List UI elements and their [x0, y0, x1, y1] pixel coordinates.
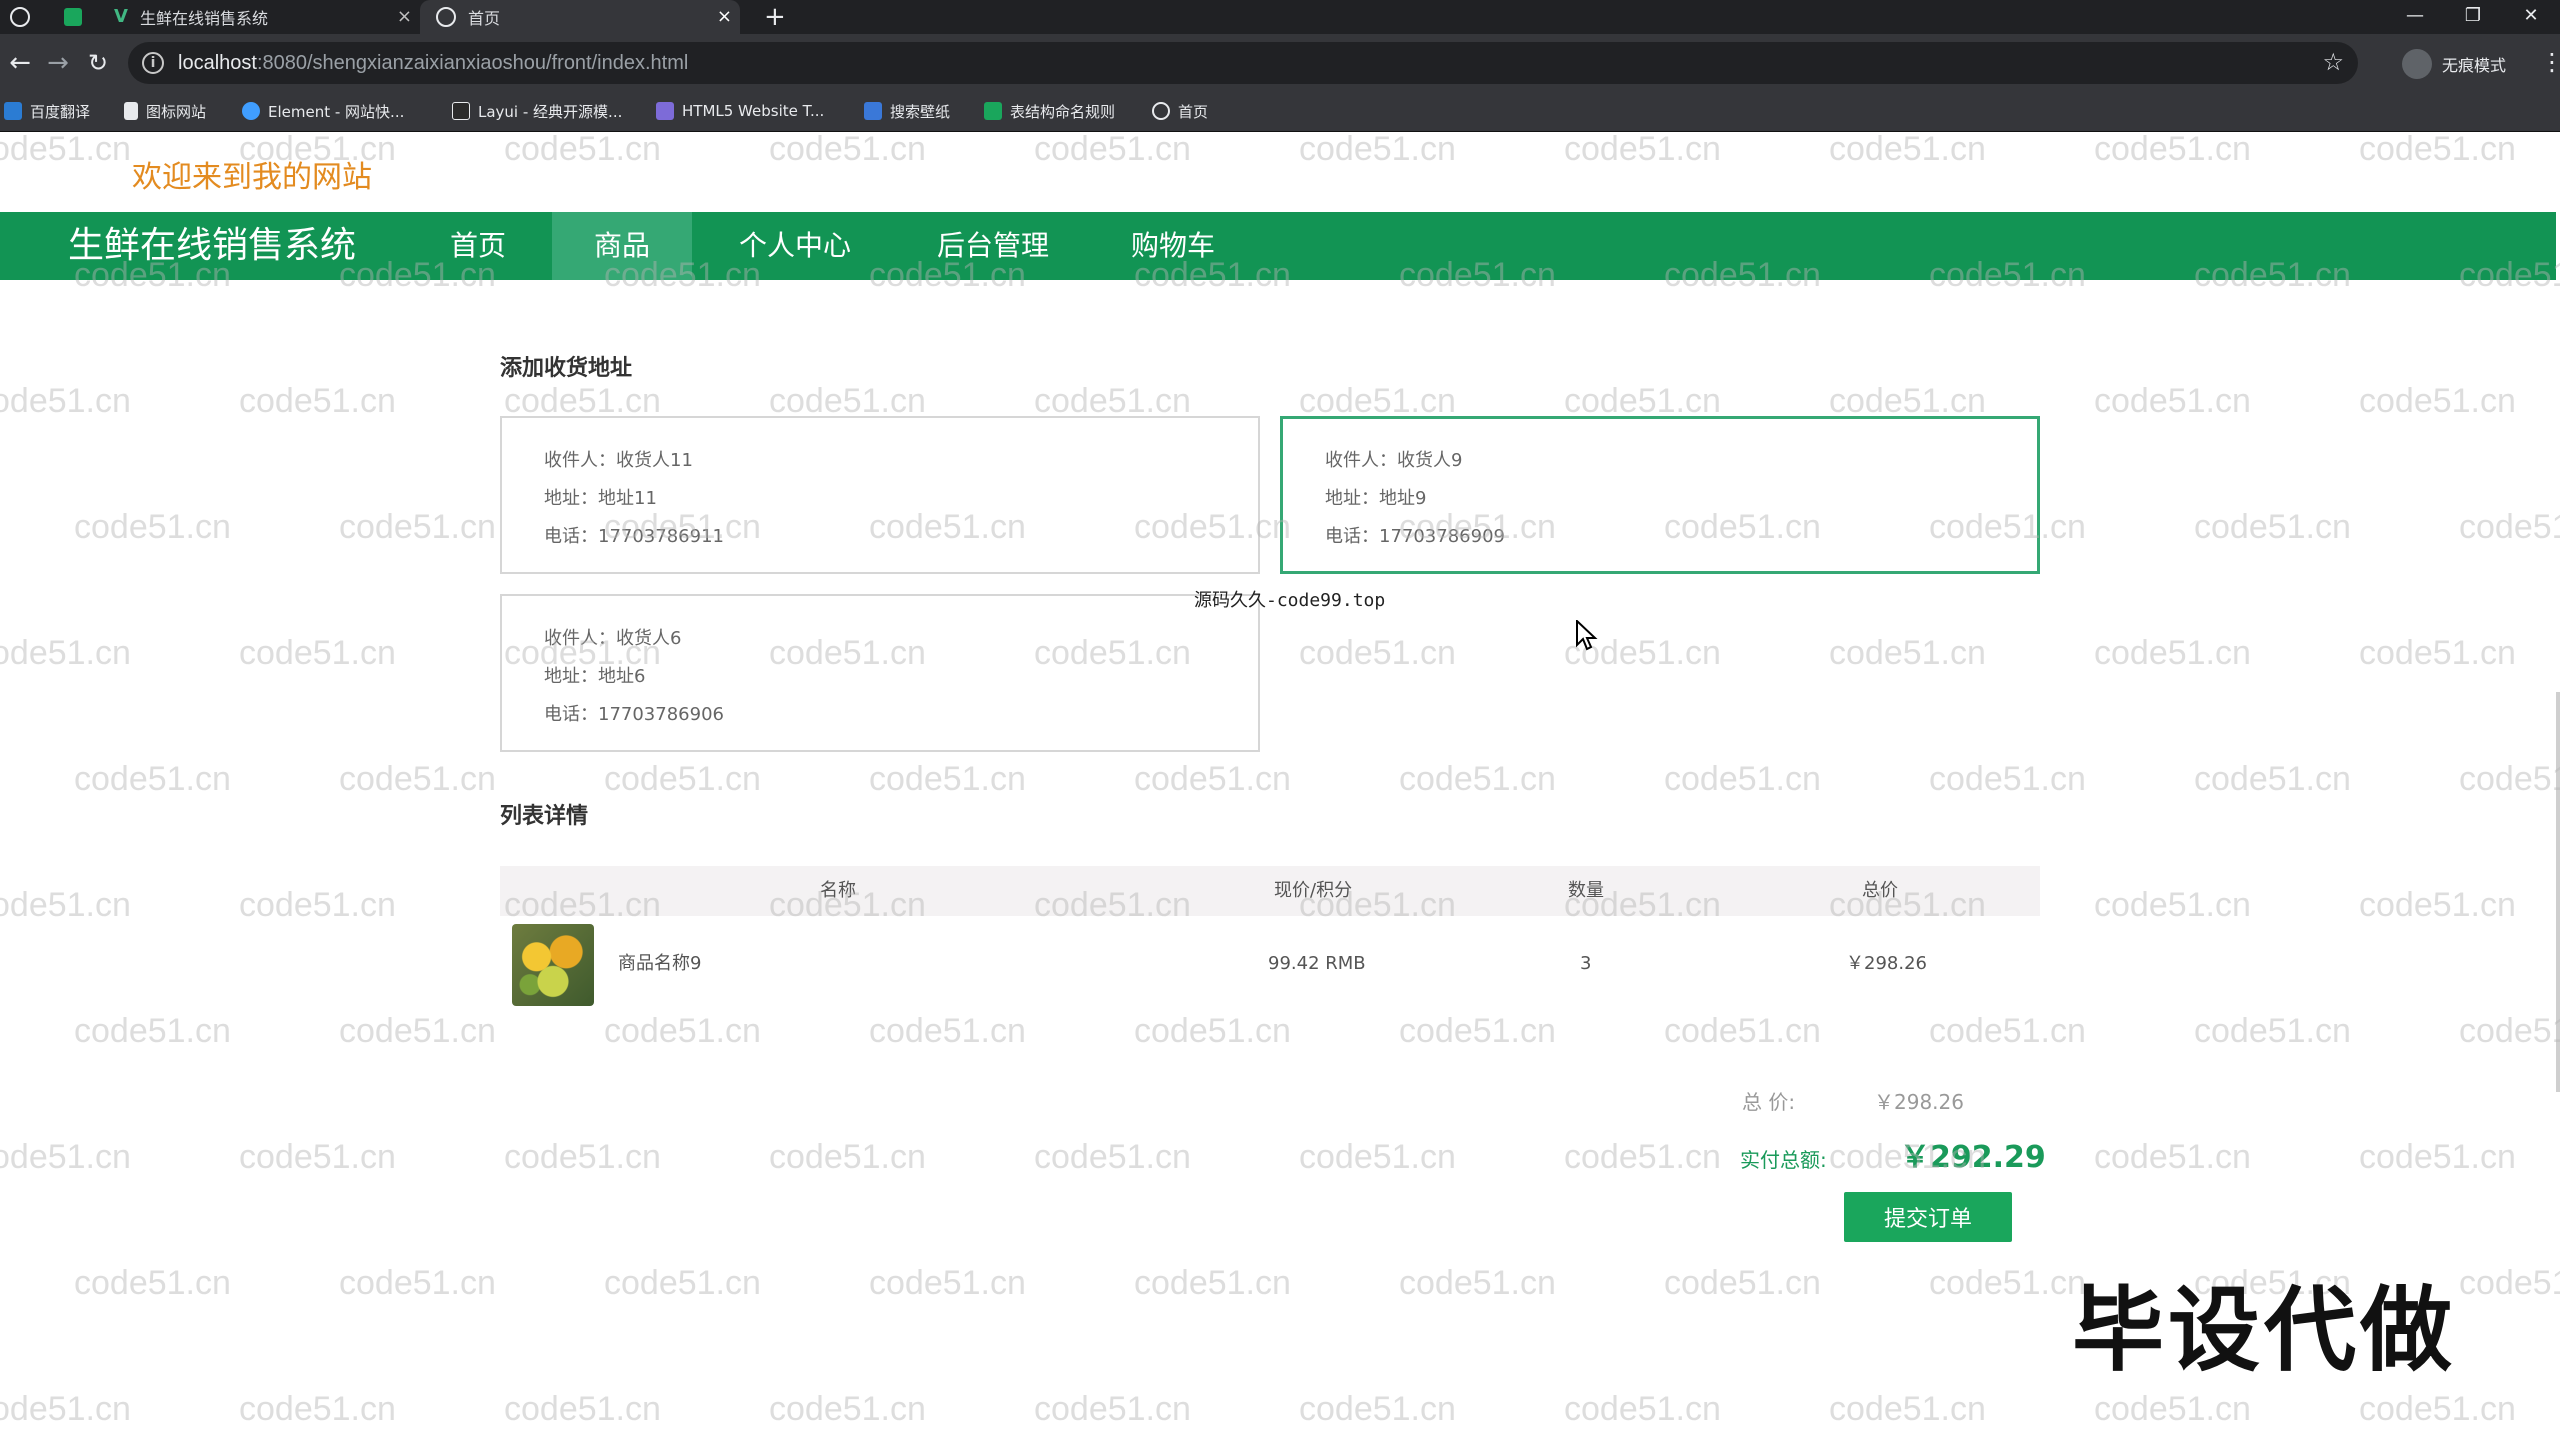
product-qty: 3	[1580, 953, 1592, 974]
profile-label: 无痕模式	[2442, 56, 2507, 75]
bookmark-item[interactable]: 搜索壁纸	[864, 92, 950, 130]
pay-value: ￥292.29	[1900, 1140, 2046, 1175]
bookmark-item[interactable]: HTML5 Website T...	[656, 92, 824, 130]
address-card[interactable]: 收件人：收货人11 地址：地址11 电话：17703786911	[500, 416, 1260, 574]
table-header: 名称 现价/积分 数量 总价	[500, 866, 2040, 916]
bookmark-item[interactable]: 表结构命名规则	[984, 92, 1115, 130]
bookmark-label: 表结构命名规则	[1010, 102, 1116, 121]
nav-cart[interactable]: 购物车	[1108, 212, 1238, 280]
bookmark-item[interactable]: 百度翻译	[4, 92, 90, 130]
incognito-profile[interactable]: 无痕模式	[2402, 48, 2506, 80]
html5-icon	[656, 102, 674, 120]
forward-icon[interactable]: →	[38, 43, 78, 83]
receiver: 收件人：收货人11	[544, 450, 693, 471]
center-watermark: 源码久久-code99.top	[1194, 590, 1386, 611]
url-host: localhost	[178, 52, 257, 74]
incognito-icon	[2402, 49, 2432, 79]
site-brand[interactable]: 生鲜在线销售系统	[68, 212, 356, 280]
receiver: 收件人：收货人6	[544, 628, 682, 649]
window-controls: — ❐ ✕	[2386, 0, 2560, 34]
receiver: 收件人：收货人9	[1325, 450, 1463, 471]
address-section-title[interactable]: 添加收货地址	[500, 350, 632, 382]
pay-label: 实付总额:	[1740, 1148, 1827, 1172]
address: 地址：地址9	[1325, 488, 1427, 509]
tab-close-icon[interactable]: ×	[397, 6, 412, 27]
total-value: ￥298.26	[1874, 1090, 1964, 1114]
main-navbar: 生鲜在线销售系统 首页 商品 个人中心 后台管理 购物车	[0, 212, 2556, 280]
browser-menu-icon[interactable]	[10, 7, 30, 27]
address-toolbar: ← → ↻ i localhost:8080/shengxianzaixianx…	[0, 34, 2560, 92]
product-name: 商品名称9	[618, 953, 702, 974]
page-content: 欢迎来到我的网站 生鲜在线销售系统 首页 商品 个人中心 后台管理 购物车 添加…	[0, 132, 2560, 1440]
tab-sales-system[interactable]: V 生鲜在线销售系统 ×	[100, 0, 420, 34]
minimize-button[interactable]: —	[2386, 0, 2444, 34]
scrollbar-thumb[interactable]	[2556, 692, 2560, 1092]
tab-title: 生鲜在线销售系统	[140, 9, 269, 28]
globe-icon	[436, 7, 456, 27]
nav-products[interactable]: 商品	[552, 212, 692, 280]
tab-home[interactable]: 首页 ×	[420, 0, 740, 34]
product-total: ￥298.26	[1846, 953, 1927, 974]
address-card-selected[interactable]: 收件人：收货人9 地址：地址9 电话：17703786909	[1280, 416, 2040, 574]
submit-order-button[interactable]: 提交订单	[1844, 1192, 2012, 1242]
translate-icon	[4, 102, 22, 120]
bookmark-label: Layui - 经典开源模...	[478, 102, 623, 121]
bookmark-item[interactable]: Layui - 经典开源模...	[452, 92, 622, 130]
layui-icon	[452, 102, 470, 120]
tab-title: 首页	[468, 9, 501, 28]
col-name: 名称	[820, 880, 856, 901]
phone: 电话：17703786911	[544, 526, 724, 547]
bookmark-label: 首页	[1178, 102, 1209, 121]
product-image	[512, 924, 594, 1006]
bookmark-item[interactable]: 首页	[1152, 92, 1208, 130]
corner-stamp: 毕设代做	[2072, 1277, 2457, 1384]
close-window-button[interactable]: ✕	[2502, 0, 2560, 34]
info-icon[interactable]: i	[142, 52, 164, 74]
nav-personal-center[interactable]: 个人中心	[720, 212, 870, 280]
reload-icon[interactable]: ↻	[78, 43, 118, 83]
element-icon	[242, 102, 260, 120]
back-icon[interactable]: ←	[0, 43, 40, 83]
table-row: 商品名称9 99.42 RMB 3 ￥298.26	[500, 916, 2040, 1012]
col-qty: 数量	[1568, 880, 1604, 901]
flag-icon	[124, 102, 138, 120]
wallpaper-icon	[864, 102, 882, 120]
vue-favicon-icon: V	[114, 6, 128, 27]
browser-tab-strip: V 生鲜在线销售系统 × 首页 × + — ❐ ✕	[0, 0, 2560, 34]
sheet-icon	[984, 102, 1002, 120]
url-bar[interactable]: i localhost:8080/shengxianzaixianxiaosho…	[128, 42, 2358, 84]
col-price: 现价/积分	[1274, 880, 1353, 901]
bookmark-item[interactable]: 图标网站	[124, 92, 206, 130]
bookmark-label: HTML5 Website T...	[682, 102, 825, 120]
bookmark-label: 图标网站	[146, 102, 207, 121]
globe-icon	[1152, 102, 1170, 120]
bookmark-item[interactable]: Element - 网站快...	[242, 92, 404, 130]
phone: 电话：17703786906	[544, 704, 724, 725]
list-section-title: 列表详情	[500, 804, 589, 829]
restore-button[interactable]: ❐	[2444, 0, 2502, 34]
address-card[interactable]: 收件人：收货人6 地址：地址6 电话：17703786906	[500, 594, 1260, 752]
pinned-tab-icon[interactable]	[64, 8, 82, 26]
bookmark-star-icon[interactable]: ☆	[2322, 48, 2344, 76]
address: 地址：地址6	[544, 666, 646, 687]
url-path: :8080/shengxianzaixianxiaoshou/front/ind…	[256, 52, 689, 74]
bookmark-label: 百度翻译	[30, 102, 91, 121]
welcome-text: 欢迎来到我的网站	[132, 160, 372, 195]
bookmarks-bar: 百度翻译 图标网站 Element - 网站快... Layui - 经典开源模…	[0, 92, 2560, 132]
tab-close-icon[interactable]: ×	[717, 6, 732, 27]
browser-menu-kebab-icon[interactable]: ⋮	[2540, 48, 2560, 76]
new-tab-button[interactable]: +	[764, 0, 786, 34]
url-text[interactable]: localhost:8080/shengxianzaixianxiaoshou/…	[178, 52, 688, 75]
bookmark-label: Element - 网站快...	[268, 102, 405, 121]
col-total: 总价	[1862, 880, 1898, 901]
bookmark-label: 搜索壁纸	[890, 102, 951, 121]
address: 地址：地址11	[544, 488, 657, 509]
nav-home[interactable]: 首页	[430, 212, 526, 280]
product-price: 99.42 RMB	[1268, 953, 1366, 974]
nav-admin[interactable]: 后台管理	[918, 212, 1068, 280]
phone: 电话：17703786909	[1325, 526, 1505, 547]
total-label: 总 价:	[1742, 1090, 1796, 1114]
